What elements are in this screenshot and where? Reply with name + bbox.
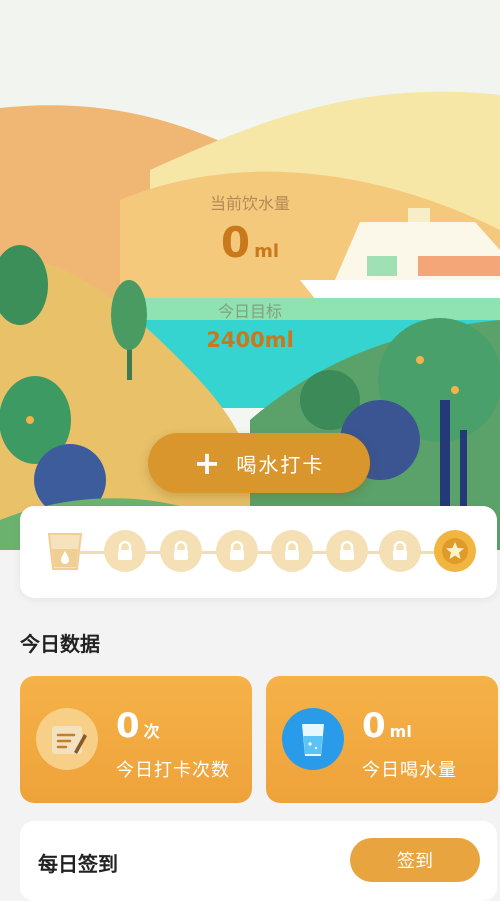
current-intake-unit: ml [254,241,280,262]
drink-checkin-label: 喝水打卡 [236,452,325,477]
star-icon [434,530,476,572]
water-amount-unit: ml [389,722,412,741]
progress-track-card [20,506,497,598]
signin-button[interactable]: 签到 [350,838,480,882]
drink-checkin-button[interactable]: + 喝水打卡 [148,433,370,493]
checkin-count-card: 0次 今日打卡次数 [20,676,252,803]
daily-signin-title: 每日签到 [38,852,118,876]
today-data-title: 今日数据 [20,632,100,656]
lock-icon [160,530,202,572]
notepad-icon [36,708,98,770]
water-amount: 0 ml [362,706,412,746]
lock-icon [104,530,146,572]
lock-icon [379,530,421,572]
plus-icon: + [193,444,221,482]
daily-goal-value: 2400ml [206,328,294,352]
lock-icon [326,530,368,572]
checkin-count-caption: 今日打卡次数 [116,760,230,781]
checkin-count: 0次 [116,706,160,746]
daily-signin-card: 每日签到 签到 [20,821,497,901]
daily-goal-label: 今日目标 [217,302,282,321]
water-glass-icon [282,708,344,770]
cup-icon [44,530,86,572]
checkin-count-value: 0 [116,706,140,746]
hero-scene: 当前饮水量 0 ml 今日目标 2400ml + 喝水打卡 [0,0,500,550]
lock-icon [216,530,258,572]
lock-icon [271,530,313,572]
checkin-count-unit: 次 [143,722,160,741]
current-intake-value: 0 [220,218,251,267]
water-amount-value: 0 [362,706,386,746]
current-intake-amount: 0 ml [0,218,500,267]
current-intake-label: 当前饮水量 [209,194,290,213]
water-amount-caption: 今日喝水量 [362,760,457,781]
water-amount-card: 0 ml 今日喝水量 [266,676,498,803]
